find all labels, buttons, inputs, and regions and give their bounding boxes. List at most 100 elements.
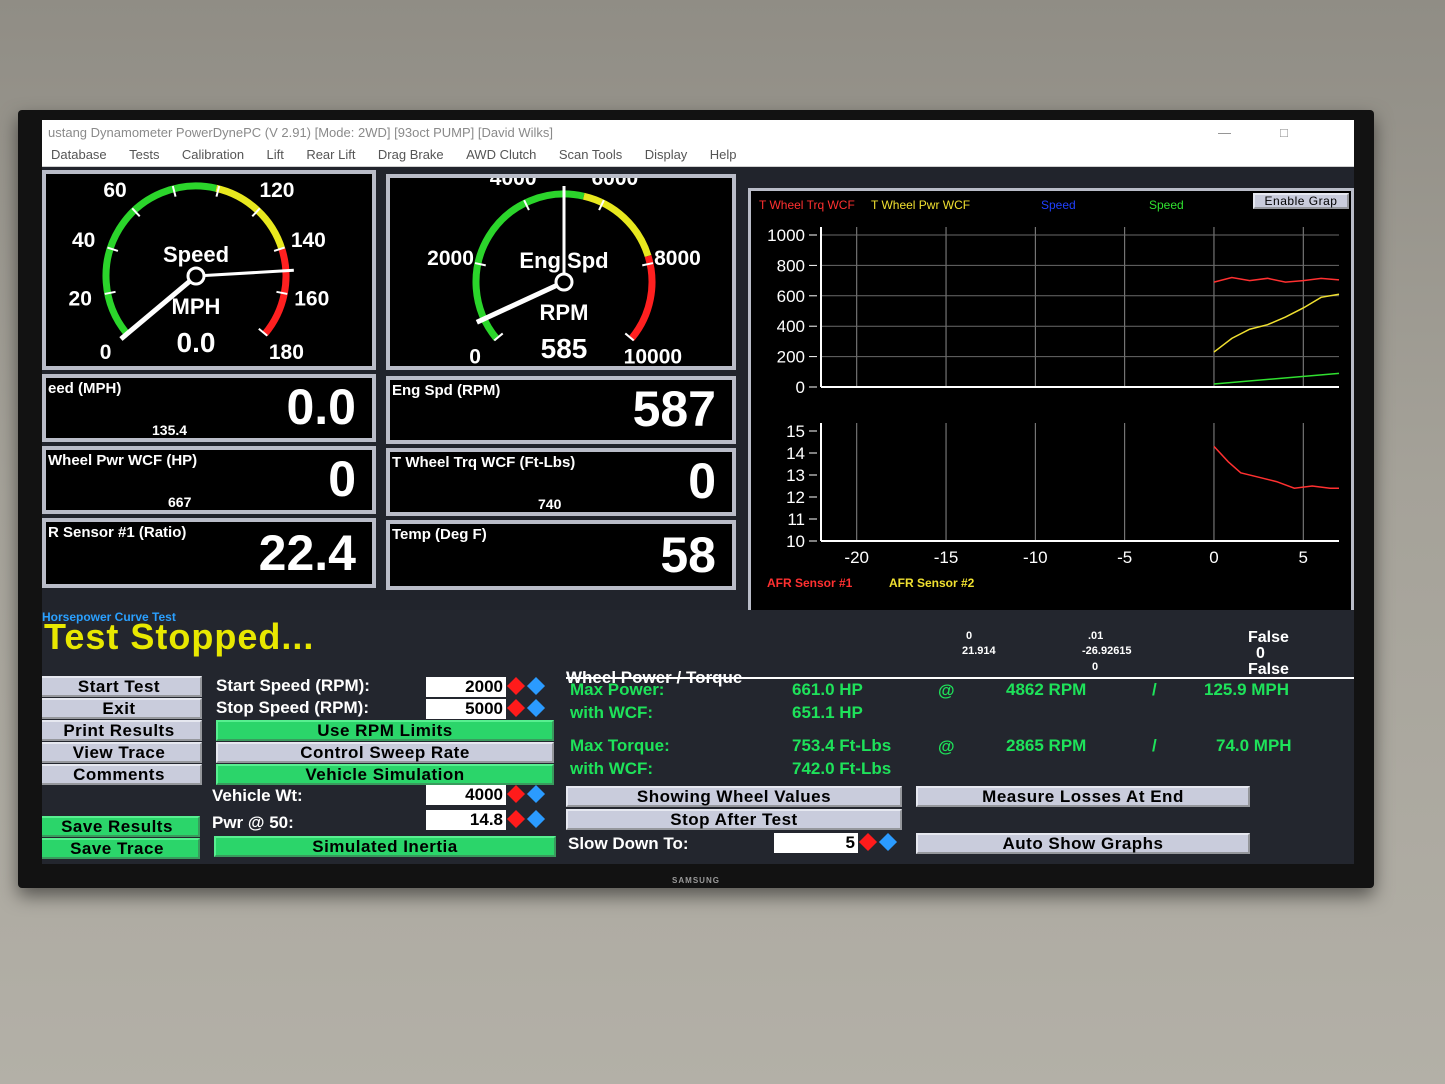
measure-losses-button[interactable]: Measure Losses At End <box>916 786 1250 807</box>
menu-tests[interactable]: Tests <box>120 144 168 162</box>
stat-value-2: 21.914 <box>962 645 996 657</box>
max-power-value: 661.0 HP <box>792 680 863 699</box>
pwr-50-input[interactable]: 14.8 <box>426 810 506 830</box>
showing-wheel-values-button[interactable]: Showing Wheel Values <box>566 786 902 807</box>
x-tick-label: -10 <box>1023 548 1048 567</box>
series-line <box>1213 372 1340 385</box>
results-divider <box>566 677 1354 679</box>
menu-database[interactable]: Database <box>42 144 116 162</box>
wheel-pwr-readout-label: Wheel Pwr WCF (HP) <box>48 452 198 469</box>
start-speed-label: Start Speed (RPM): <box>216 676 370 695</box>
max-power-label: Max Power: <box>570 680 665 699</box>
save-trace-button[interactable]: Save Trace <box>42 838 200 859</box>
use-rpm-limits-button[interactable]: Use RPM Limits <box>216 720 554 741</box>
torque-at-symbol: @ <box>938 737 955 756</box>
speed-needle-1 <box>195 268 294 278</box>
stop-speed-input[interactable]: 5000 <box>426 699 506 719</box>
torque-slash: / <box>1152 736 1157 755</box>
stat-value-1: 0 <box>966 630 973 642</box>
y-tick-label: 15 <box>786 422 805 441</box>
increment-icon[interactable] <box>878 832 898 852</box>
legend-top-item: Speed <box>1149 198 1184 212</box>
wcf-power-value: 651.1 HP <box>792 703 863 722</box>
temp-readout-label: Temp (Deg F) <box>392 526 487 543</box>
decrement-icon[interactable] <box>506 809 526 829</box>
menu-calibration[interactable]: Calibration <box>173 144 253 162</box>
increment-icon[interactable] <box>526 676 546 696</box>
eng-spd-readout: Eng Spd (RPM) 587 <box>386 376 736 444</box>
y-tick-label: 14 <box>786 444 805 463</box>
menu-scan-tools[interactable]: Scan Tools <box>550 144 631 162</box>
decrement-icon[interactable] <box>506 698 526 718</box>
vehicle-wt-stepper[interactable] <box>506 784 550 805</box>
rpm-gauge-dial: 020004000 6000800010000Eng SpdRPM585 <box>427 178 701 366</box>
series-line <box>1213 445 1339 489</box>
window-title: ustang Dynamometer PowerDynePC (V 2.91) … <box>48 125 554 140</box>
speed-gauge: 020406080100120140160180SpeedMPH0.0 <box>42 170 376 370</box>
wheel-trq-readout: T Wheel Trq WCF (Ft-Lbs) 740 0 <box>386 448 736 516</box>
rpm-tick-label: 2000 <box>427 247 474 270</box>
stop-speed-label: Stop Speed (RPM): <box>216 698 369 717</box>
eng-spd-readout-label: Eng Spd (RPM) <box>392 382 501 399</box>
pwr-50-stepper[interactable] <box>506 809 550 830</box>
simulated-inertia-button[interactable]: Simulated Inertia <box>214 836 556 857</box>
increment-icon[interactable] <box>526 784 546 804</box>
stat-value-4: -26.92615 <box>1082 645 1132 657</box>
control-sweep-rate-button[interactable]: Control Sweep Rate <box>216 742 554 763</box>
save-results-button[interactable]: Save Results <box>42 816 200 837</box>
menu-lift[interactable]: Lift <box>258 144 293 162</box>
y-tick-label: 800 <box>777 256 805 275</box>
decrement-icon[interactable] <box>506 676 526 696</box>
slow-down-stepper[interactable] <box>858 832 902 853</box>
vehicle-simulation-button[interactable]: Vehicle Simulation <box>216 764 554 785</box>
menu-awd-clutch[interactable]: AWD Clutch <box>457 144 545 162</box>
rpm-tick-label: 8000 <box>654 247 701 270</box>
power-slash: / <box>1152 680 1157 699</box>
wheel-trq-readout-sub: 740 <box>538 496 562 512</box>
minimize-button[interactable]: — <box>1218 120 1231 146</box>
menu-drag-brake[interactable]: Drag Brake <box>369 144 453 162</box>
menu-help[interactable]: Help <box>701 144 746 162</box>
print-results-button[interactable]: Print Results <box>42 720 202 741</box>
speed-arc-2 <box>262 248 290 337</box>
rpm-tick-label: 4000 <box>490 178 537 190</box>
menu-bar: Database Tests Calibration Lift Rear Lif… <box>42 144 1354 167</box>
afr-readout-label: R Sensor #1 (Ratio) <box>48 524 187 541</box>
view-trace-button[interactable]: View Trace <box>42 742 202 763</box>
exit-button[interactable]: Exit <box>42 698 202 719</box>
increment-icon[interactable] <box>526 809 546 829</box>
start-test-button[interactable]: Start Test <box>42 676 202 697</box>
vehicle-wt-input[interactable]: 4000 <box>426 785 506 805</box>
wheel-pwr-readout: Wheel Pwr WCF (HP) 667 0 <box>42 446 376 514</box>
legend-bottom-item: AFR Sensor #2 <box>889 576 975 590</box>
torque-rpm: 2865 RPM <box>1006 736 1087 755</box>
enable-graph-button[interactable]: Enable Grap <box>1253 193 1349 209</box>
decrement-icon[interactable] <box>858 832 878 852</box>
speed-tick-label: 120 <box>259 179 294 202</box>
series-line <box>1213 293 1340 353</box>
x-tick-label: 5 <box>1299 548 1308 567</box>
speed-tick-label: 180 <box>269 341 304 364</box>
start-speed-input[interactable]: 2000 <box>426 677 506 697</box>
decrement-icon[interactable] <box>506 784 526 804</box>
rpm-arc-2 <box>628 254 656 341</box>
stop-after-test-button[interactable]: Stop After Test <box>566 809 902 830</box>
x-tick-label: -5 <box>1117 548 1132 567</box>
increment-icon[interactable] <box>526 698 546 718</box>
legend-top-item: Speed <box>1041 198 1076 212</box>
rpm-gauge-unit: RPM <box>540 300 589 325</box>
menu-display[interactable]: Display <box>636 144 697 162</box>
stop-speed-stepper[interactable] <box>506 698 550 719</box>
maximize-button[interactable]: □ <box>1280 120 1288 146</box>
test-status: Test Stopped... <box>44 616 315 657</box>
start-speed-stepper[interactable] <box>506 676 550 697</box>
wheel-trq-readout-value: 0 <box>688 453 716 509</box>
menu-rear-lift[interactable]: Rear Lift <box>297 144 364 162</box>
comments-button[interactable]: Comments <box>42 764 202 785</box>
stat-value-3: .01 <box>1088 630 1104 642</box>
speed-needle-hub <box>186 266 206 286</box>
auto-show-graphs-button[interactable]: Auto Show Graphs <box>916 833 1250 854</box>
slow-down-input[interactable]: 5 <box>774 833 858 853</box>
tv-brand-logo: SAMSUNG <box>672 876 720 885</box>
max-torque-label: Max Torque: <box>570 736 670 755</box>
